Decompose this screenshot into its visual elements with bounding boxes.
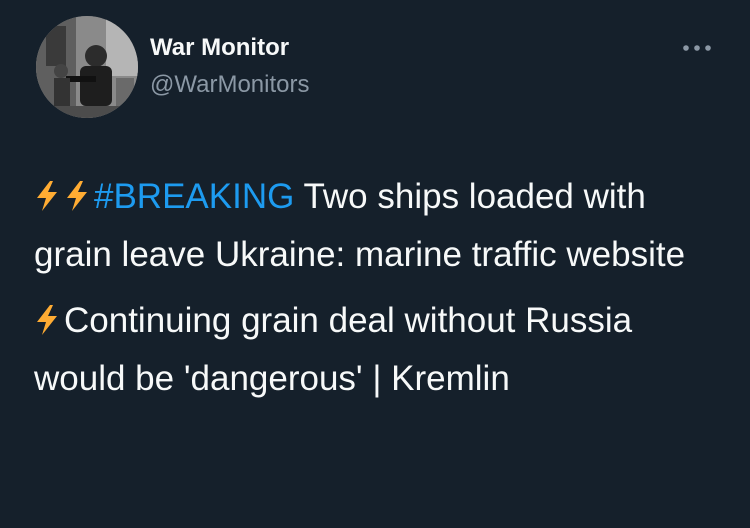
ellipsis-icon [683, 45, 711, 51]
tweet-text: #BREAKING Two ships loaded with grain le… [34, 168, 724, 408]
tweet-paragraph-2-text: Continuing grain deal without Russia wou… [34, 301, 633, 398]
high-voltage-emoji-icon [37, 181, 57, 211]
tweet-card[interactable]: War Monitor @WarMonitors #BREAKING Two s… [0, 0, 750, 528]
tweet-paragraph-1: #BREAKING Two ships loaded with grain le… [34, 168, 724, 284]
avatar[interactable] [36, 16, 138, 118]
more-options-button[interactable] [677, 36, 717, 60]
author-display-name[interactable]: War Monitor [150, 34, 289, 62]
avatar-photo [36, 16, 138, 118]
high-voltage-emoji-icon [67, 181, 87, 211]
hashtag-link[interactable]: #BREAKING [94, 177, 294, 216]
tweet-paragraph-2: Continuing grain deal without Russia wou… [34, 292, 724, 408]
high-voltage-emoji-icon [37, 305, 57, 335]
author-handle[interactable]: @WarMonitors [150, 71, 310, 99]
